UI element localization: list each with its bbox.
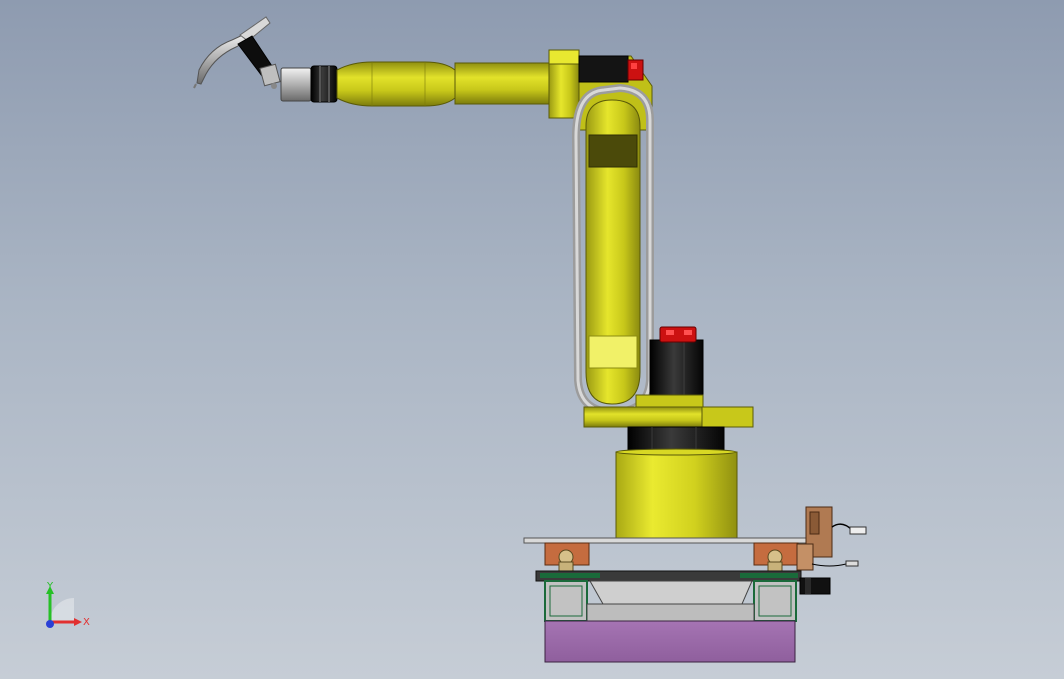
forearm-link[interactable] (336, 61, 553, 107)
linear-carriage[interactable] (544, 542, 799, 572)
robot-model-scene[interactable] (0, 0, 1064, 679)
shoulder-motor[interactable] (649, 326, 704, 397)
graphics-viewport[interactable]: Y X (0, 0, 1064, 679)
robot-base-cylinder[interactable] (615, 448, 738, 541)
lower-arm-link[interactable] (571, 83, 654, 417)
triad-y-label: Y (47, 581, 54, 592)
floor-base-block[interactable] (544, 620, 796, 663)
rail-drive-unit[interactable] (796, 506, 867, 595)
mounting-plate[interactable] (523, 537, 819, 544)
guide-rail[interactable] (535, 570, 802, 622)
triad-x-label: X (83, 617, 90, 628)
welding-torch[interactable] (193, 16, 281, 89)
wrist-flange[interactable] (280, 65, 338, 103)
